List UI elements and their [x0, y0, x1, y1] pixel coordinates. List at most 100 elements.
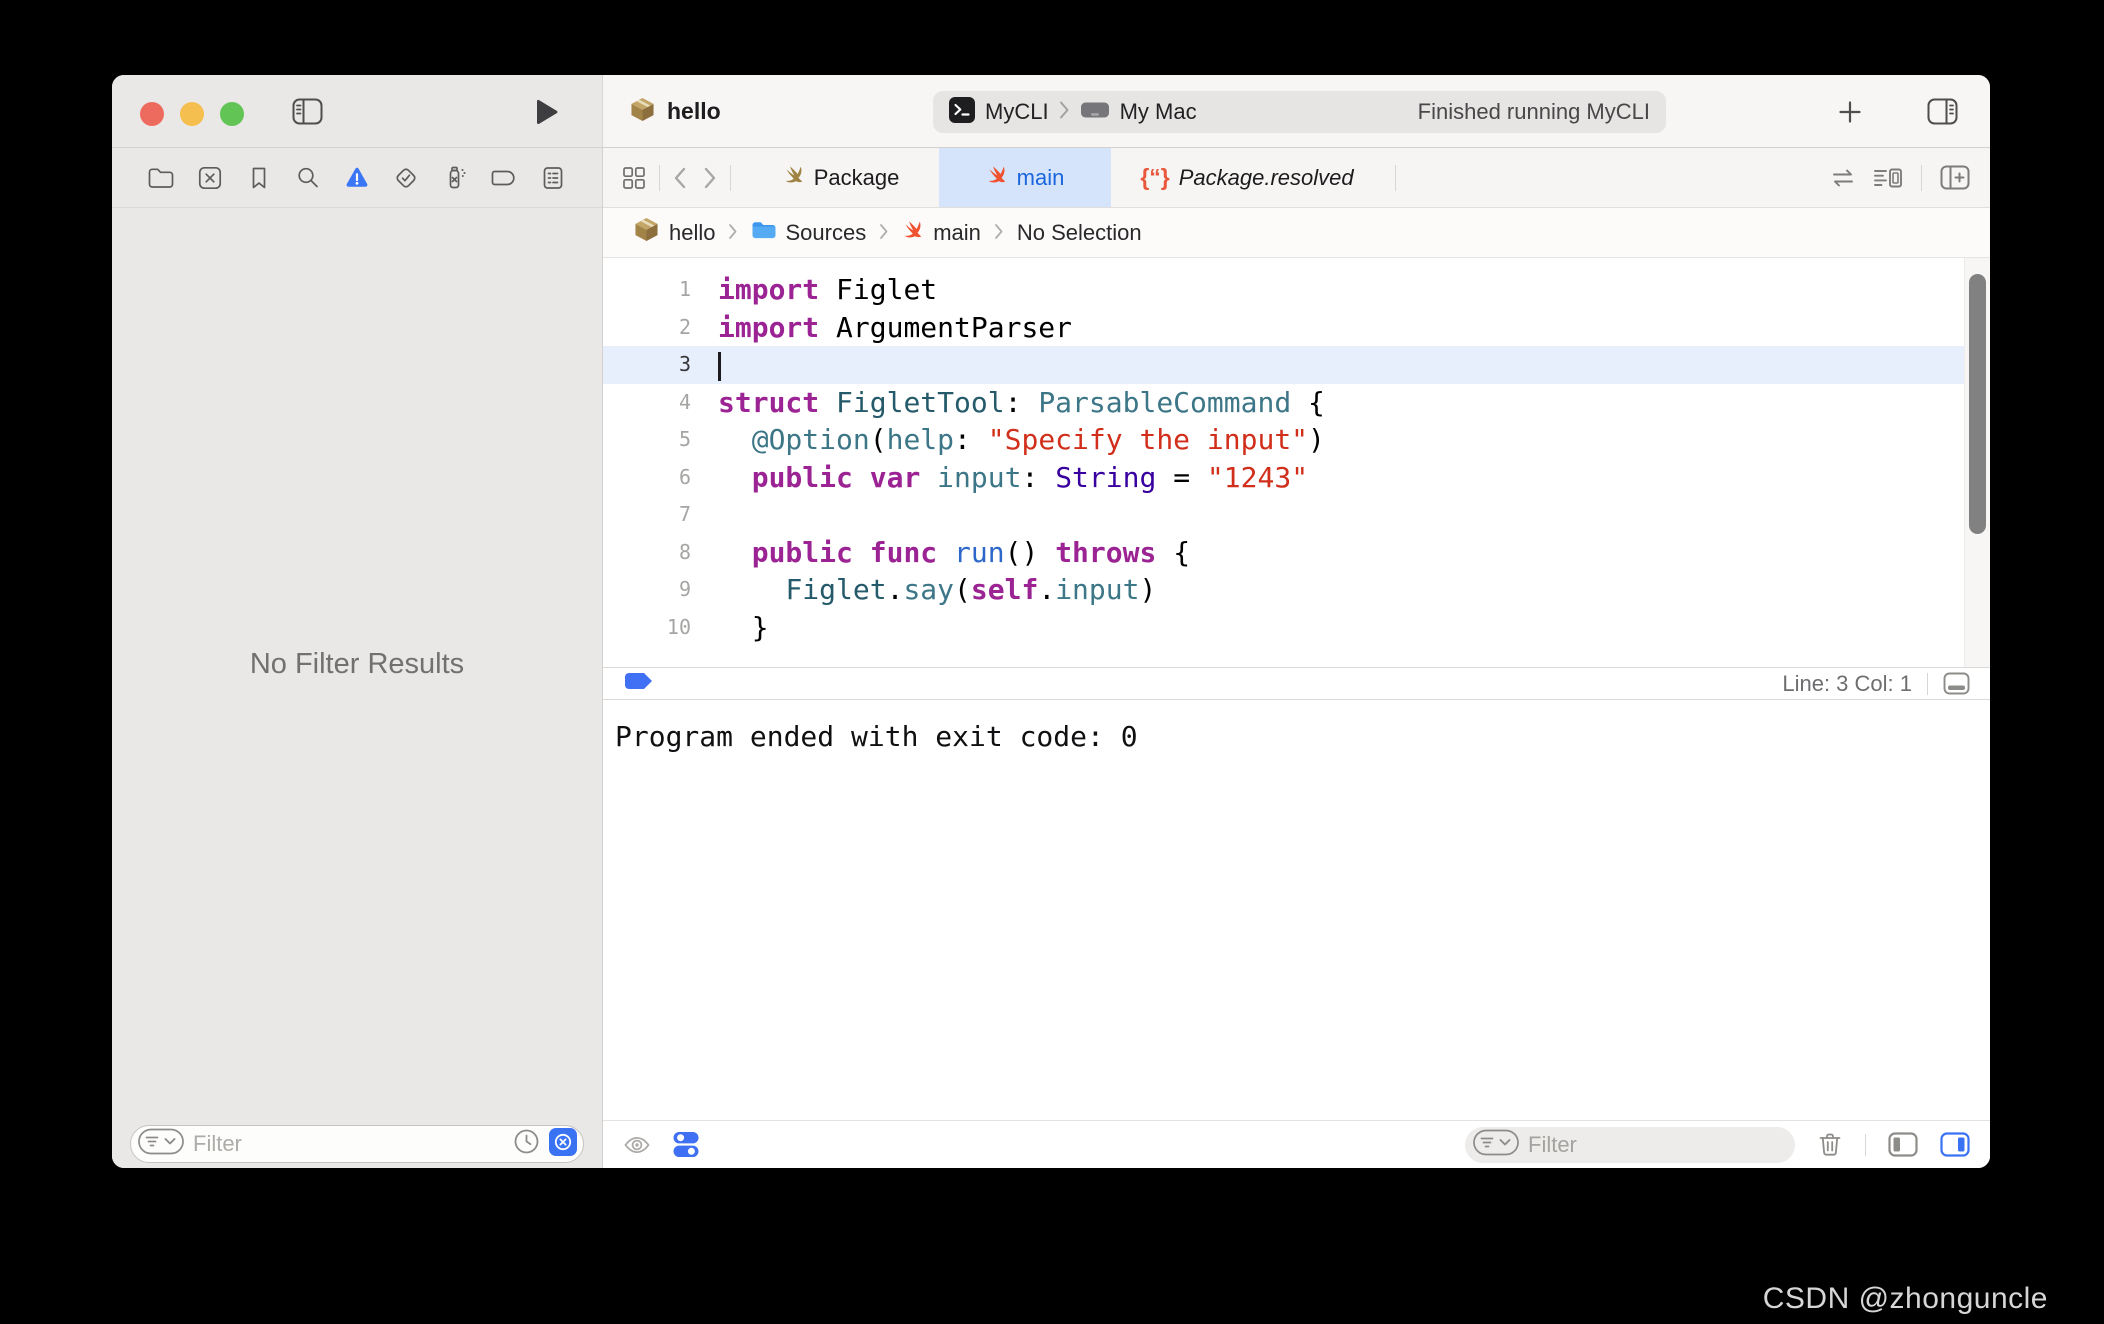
swap-editor-icon[interactable]	[1829, 166, 1857, 190]
code-line[interactable]: 7	[603, 496, 1964, 534]
related-items-grid-icon[interactable]	[621, 165, 647, 191]
filter-errors-only-icon[interactable]	[549, 1127, 577, 1161]
code-text: struct FigletTool: ParsableCommand {	[718, 385, 1325, 419]
tab-Package[interactable]: Package	[743, 148, 939, 207]
line-number[interactable]: 2	[603, 309, 691, 347]
show-console-panel-icon[interactable]	[1940, 1132, 1970, 1157]
scheme-selector[interactable]: MyCLI My Mac Finished running MyCLI	[933, 91, 1666, 133]
code-text: }	[718, 610, 769, 644]
console-filter-input[interactable]	[1528, 1131, 1785, 1158]
breadcrumb-item-no-selection[interactable]: No Selection	[1017, 220, 1142, 246]
chevron-right-separator-icon	[1059, 100, 1070, 125]
code-line[interactable]: 5 @Option(help: "Specify the input")	[603, 421, 1964, 459]
line-number[interactable]: 8	[603, 534, 691, 572]
code-text: @Option(help: "Specify the input")	[751, 423, 1325, 456]
project-title-group: hello	[629, 75, 721, 148]
line-number[interactable]: 9	[603, 571, 691, 609]
find-navigator-icon[interactable]	[294, 164, 322, 192]
go-back-icon[interactable]	[672, 166, 688, 190]
text-cursor	[718, 351, 721, 381]
reports-navigator-icon[interactable]	[539, 164, 567, 192]
code-lines: 1 import Figlet 2 import ArgumentParser 3 4 st…	[603, 271, 1964, 646]
close-window-button[interactable]	[140, 102, 164, 126]
console-filter-field[interactable]	[1465, 1126, 1795, 1163]
run-button[interactable]	[534, 75, 560, 148]
add-editor-split-icon[interactable]	[1940, 165, 1970, 190]
run-destination[interactable]: My Mac	[1120, 99, 1197, 125]
breadcrumb-item-sources[interactable]: Sources	[751, 220, 866, 246]
navigator-filter-field[interactable]	[130, 1125, 584, 1163]
toggle-inspector-icon[interactable]	[1927, 75, 1958, 148]
add-tab-button[interactable]	[1837, 75, 1863, 148]
divider	[1395, 164, 1396, 191]
divider	[1865, 1133, 1866, 1156]
source-control-navigator-icon[interactable]	[196, 164, 224, 192]
tab-Package.resolved[interactable]: {“} Package.resolved	[1111, 148, 1383, 207]
line-number[interactable]: 7	[603, 496, 691, 534]
code-line[interactable]: 3	[603, 346, 1964, 384]
clear-console-trash-icon[interactable]	[1817, 1131, 1843, 1159]
go-forward-icon[interactable]	[702, 166, 718, 190]
debug-navigator-icon[interactable]	[441, 164, 469, 192]
json-icon: {“}	[1140, 164, 1170, 190]
editor-options-minimap-icon[interactable]	[1873, 166, 1903, 190]
view-output-eye-icon[interactable]	[623, 1133, 651, 1157]
xcode-window: hello MyCLI My Mac Finished running MyCL…	[112, 75, 1990, 1168]
mac-icon	[1080, 101, 1110, 124]
breakpoints-navigator-icon[interactable]	[490, 164, 518, 192]
navigator-content: No Filter Results	[112, 208, 602, 1120]
scrollbar-track[interactable]	[1964, 258, 1990, 667]
code-line[interactable]: 4 struct FigletTool: ParsableCommand {	[603, 384, 1964, 422]
activity-status: Finished running MyCLI	[1417, 99, 1650, 124]
minimize-window-button[interactable]	[180, 102, 204, 126]
line-number[interactable]: 6	[603, 459, 691, 497]
breadcrumb-item-hello[interactable]: hello	[633, 216, 715, 249]
toolbar-right: hello MyCLI My Mac Finished running MyCL…	[603, 75, 1990, 147]
toggle-sidebar-icon[interactable]	[292, 75, 323, 148]
line-number[interactable]: 3	[603, 346, 691, 384]
breadcrumb-item-main[interactable]: main	[902, 219, 981, 247]
line-number[interactable]: 1	[603, 271, 691, 309]
code-line[interactable]: 2 import ArgumentParser	[603, 309, 1964, 347]
hide-debug-area-icon[interactable]	[1943, 672, 1970, 695]
code-text: import Figlet	[718, 273, 938, 306]
tab-main[interactable]: main	[939, 148, 1111, 207]
breadcrumb-label: main	[933, 219, 981, 245]
code-line[interactable]: 8 public func run() throws {	[603, 534, 1964, 572]
code-text: public var input: String = "1243"	[751, 460, 1309, 494]
divider	[659, 164, 660, 191]
navigator-filter-input[interactable]	[193, 1131, 504, 1157]
line-number[interactable]: 5	[603, 421, 691, 459]
tests-navigator-icon[interactable]	[392, 164, 420, 192]
source-editor[interactable]: 1 import Figlet 2 import ArgumentParser 3 4 st…	[603, 258, 1990, 667]
breadcrumb-label: Sources	[785, 219, 867, 245]
bookmarks-navigator-icon[interactable]	[245, 164, 273, 192]
terminal-icon	[949, 96, 975, 128]
editor-area: Package main {“} Package.resolved hello Sour…	[603, 148, 1990, 1168]
zoom-window-button[interactable]	[220, 102, 244, 126]
show-variables-panel-icon[interactable]	[1888, 1132, 1918, 1157]
recent-files-clock-icon[interactable]	[513, 1128, 540, 1160]
breakpoint-icon[interactable]	[623, 671, 654, 696]
project-navigator-icon[interactable]	[147, 164, 175, 192]
code-line[interactable]: 6 public var input: String = "1243"	[603, 459, 1964, 497]
filter-funnel-icon[interactable]	[1473, 1129, 1519, 1161]
scheme-name[interactable]: MyCLI	[985, 99, 1049, 125]
issues-navigator-icon[interactable]	[343, 164, 371, 192]
variables-view-toggles-icon[interactable]	[673, 1131, 699, 1158]
line-number[interactable]: 10	[603, 609, 691, 647]
code-line[interactable]: 1 import Figlet	[603, 271, 1964, 309]
tab-label: main	[1016, 164, 1065, 190]
divider	[1921, 164, 1922, 191]
breadcrumb-label: hello	[669, 219, 716, 245]
scrollbar-thumb[interactable]	[1969, 274, 1986, 534]
filter-funnel-icon[interactable]	[138, 1128, 184, 1160]
breadcrumb-separator-icon	[728, 220, 738, 246]
swift-orange-icon	[902, 219, 924, 247]
code-line[interactable]: 10 }	[603, 609, 1964, 647]
package-icon	[633, 216, 660, 249]
code-line[interactable]: 9 Figlet.say(self.input)	[603, 571, 1964, 609]
navigator-filter-bar	[112, 1120, 602, 1168]
desktop-background: hello MyCLI My Mac Finished running MyCL…	[0, 0, 2104, 1324]
line-number[interactable]: 4	[603, 384, 691, 422]
